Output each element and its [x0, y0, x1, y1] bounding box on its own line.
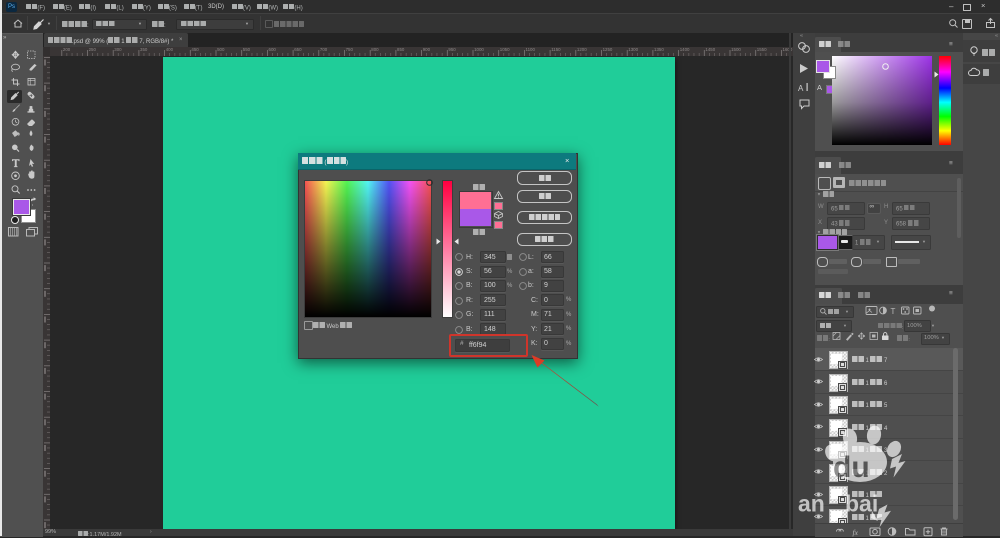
svg-text:an: an — [798, 491, 825, 517]
svg-text:du: du — [833, 451, 870, 484]
svg-text:bai: bai — [845, 491, 878, 517]
